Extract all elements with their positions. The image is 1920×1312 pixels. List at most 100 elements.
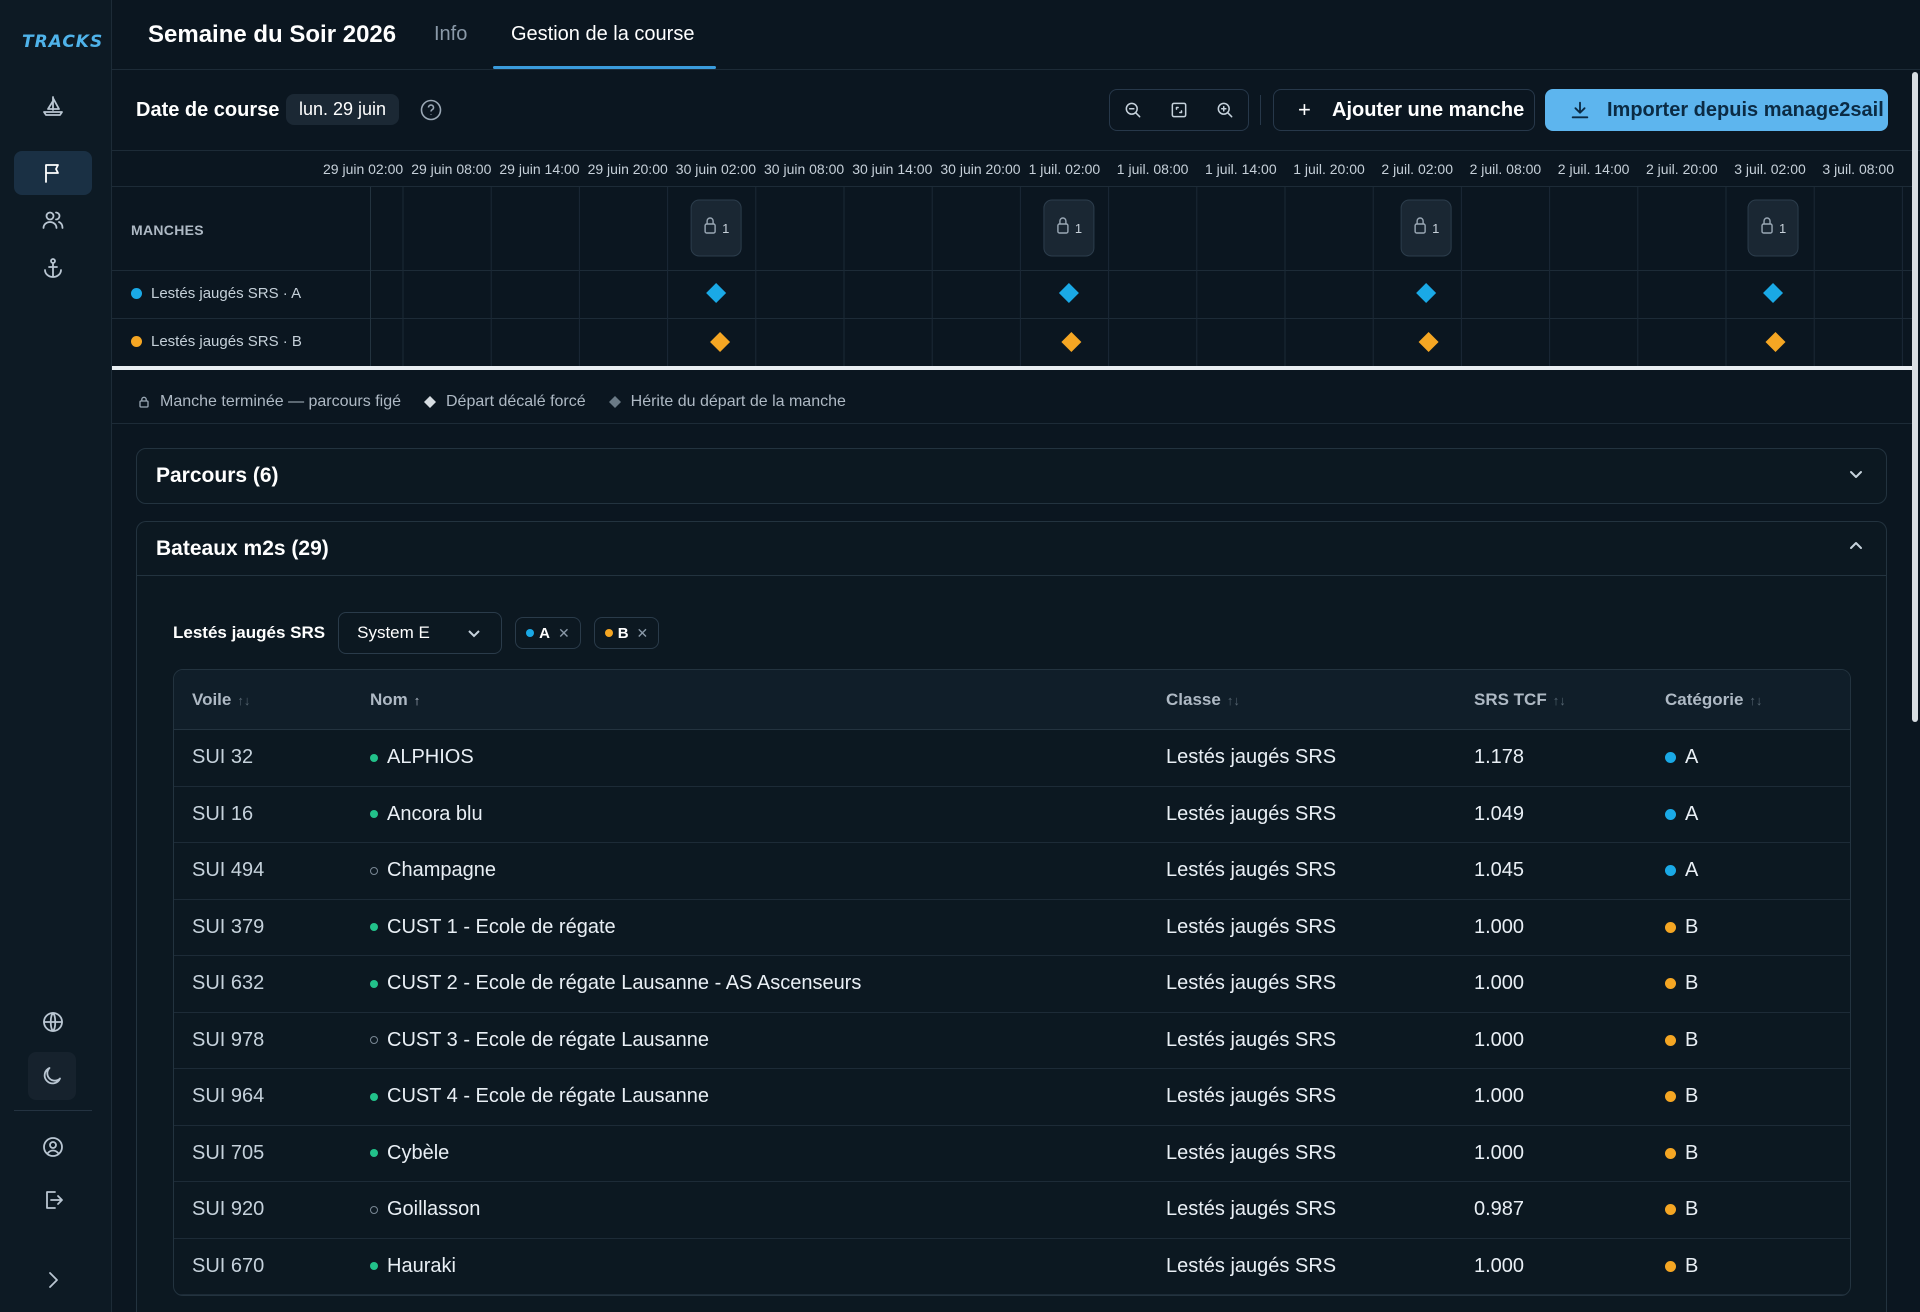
close-icon[interactable]: ✕ (637, 625, 649, 642)
manches-label: MANCHES (131, 222, 204, 238)
sidebar-expand-button[interactable] (14, 1258, 92, 1302)
cell-classe: Lestés jaugés SRS (1166, 1198, 1337, 1220)
parcours-title: Parcours (6) (156, 464, 279, 487)
timeline-tick-label: 3 juil. 08:00 (1822, 161, 1894, 177)
column-header-nom[interactable]: Nom ↑ (370, 690, 420, 710)
column-classe-label: Classe (1166, 690, 1221, 709)
column-header-categorie[interactable]: Catégorie ↑↓ (1665, 690, 1762, 710)
plus-icon: + (1298, 97, 1311, 122)
boat-name: Champagne (387, 859, 496, 881)
import-manage2sail-button[interactable]: Importer depuis manage2sail (1545, 89, 1888, 131)
column-voile-label: Voile (192, 690, 232, 709)
category-pill-b[interactable]: B ✕ (593, 617, 660, 649)
app-logo[interactable]: TRACKS (22, 32, 102, 54)
category-dot (1665, 1204, 1676, 1215)
tab-race-management[interactable]: Gestion de la course (511, 23, 694, 46)
timeline-tick-label: 29 juin 02:00 (323, 161, 403, 177)
column-header-classe[interactable]: Classe ↑↓ (1166, 690, 1240, 710)
toolbar-divider (1260, 95, 1261, 125)
table-row[interactable]: SUI 632 CUST 2 - Ecole de régate Lausanne… (174, 956, 1850, 1013)
tab-info[interactable]: Info (434, 23, 467, 46)
sidebar-item-language[interactable] (14, 1000, 92, 1044)
cell-voile: SUI 32 (192, 746, 254, 768)
boat-name: Ancora blu (387, 802, 483, 825)
category-pill-a[interactable]: A ✕ (515, 617, 581, 649)
parcours-panel: Parcours (6) (136, 448, 1887, 504)
sidebar-item-profile[interactable] (14, 1125, 92, 1169)
table-row[interactable]: SUI 964 CUST 4 - Ecole de régate Lausanne… (174, 1069, 1850, 1126)
add-race-button[interactable]: + Ajouter une manche (1273, 89, 1535, 131)
category-label: B (1685, 1254, 1699, 1277)
system-select[interactable]: System E (338, 612, 503, 654)
column-header-voile[interactable]: Voile ↑↓ (192, 690, 250, 710)
category-label: A (1685, 802, 1699, 825)
zoom-in-button[interactable] (1202, 90, 1248, 130)
category-label: B (1685, 1198, 1699, 1220)
table-row[interactable]: SUI 32 ALPHIOS Lestés jaugés SRS 1.178 A (174, 730, 1850, 787)
category-b-dot (604, 629, 613, 637)
cell-nom: CUST 1 - Ecole de régate (370, 916, 616, 939)
timeline-canvas[interactable]: 29 juin 02:00 29 juin 08:00 29 juin 14:00 2… (112, 152, 1912, 370)
race-date-label: Date de course (136, 99, 280, 121)
sidebar-item-users[interactable] (14, 198, 92, 242)
race-timeline[interactable]: 29 juin 02:00 29 juin 08:00 29 juin 14:00 2… (112, 152, 1912, 370)
cell-srs: 1.178 (1474, 746, 1525, 768)
column-nom-label: Nom (370, 690, 408, 709)
close-icon[interactable]: ✕ (558, 625, 570, 642)
boat-name: Hauraki (387, 1254, 456, 1277)
sort-icon: ↑↓ (1552, 692, 1566, 708)
legend-finished-label: Manche terminée — parcours figé (160, 392, 401, 410)
boat-name: CUST 1 - Ecole de régate (387, 915, 616, 938)
table-row[interactable]: SUI 670 Hauraki Lestés jaugés SRS 1.000 B (174, 1239, 1850, 1295)
timeline-tick-label: 2 juil. 08:00 (1470, 161, 1542, 177)
timeline-tick-label: 29 juin 08:00 (411, 161, 491, 177)
table-row[interactable]: SUI 494 Champagne Lestés jaugés SRS 1.045 A (174, 843, 1850, 900)
boat-filter-row: Lestés jaugés SRS System E A ✕ B ✕ (173, 612, 660, 654)
theme-toggle[interactable] (28, 1052, 76, 1100)
help-icon[interactable] (419, 98, 443, 122)
pill-a-label: A (539, 624, 550, 642)
timeline-row-label-b: Lestés jaugés SRS · B (131, 333, 302, 350)
cell-classe: Lestés jaugés SRS (1166, 746, 1337, 768)
sidebar-item-races[interactable] (14, 151, 92, 195)
legend-item-finished: Manche terminée — parcours figé (137, 393, 401, 411)
cell-categorie: B (1665, 1255, 1698, 1278)
timeline-tick-label: 1 juil. 08:00 (1117, 161, 1189, 177)
table-row[interactable]: SUI 920 Goillasson Lestés jaugés SRS 0.987 B (174, 1182, 1850, 1239)
race-date-chip[interactable]: lun. 29 juin (286, 94, 400, 125)
table-row[interactable]: SUI 705 Cybèle Lestés jaugés SRS 1.000 B (174, 1126, 1850, 1182)
category-dot (1665, 921, 1676, 933)
status-dot (370, 753, 378, 762)
cell-nom: Champagne (370, 859, 496, 882)
page-scrollbar[interactable] (1912, 72, 1918, 722)
page-title: Semaine du Soir 2026 (148, 21, 397, 48)
status-dot (370, 1092, 378, 1101)
sidebar-item-harbor[interactable] (14, 246, 92, 290)
parcours-panel-header[interactable]: Parcours (6) (137, 449, 1886, 503)
cell-nom: CUST 3 - Ecole de régate Lausanne (370, 1029, 709, 1052)
cell-voile: SUI 494 (192, 859, 265, 881)
timeline-tick-label: 29 juin 14:00 (499, 161, 579, 177)
table-row[interactable]: SUI 379 CUST 1 - Ecole de régate Lestés ja… (174, 900, 1850, 956)
bateaux-panel-header[interactable]: Bateaux m2s (29) (137, 522, 1886, 576)
table-row[interactable]: SUI 978 CUST 3 - Ecole de régate Lausanne… (174, 1013, 1850, 1069)
timeline-tick-label: 3 juil. 02:00 (1734, 161, 1806, 177)
column-header-srs[interactable]: SRS TCF ↑↓ (1474, 690, 1566, 710)
sidebar-item-logout[interactable] (14, 1178, 92, 1222)
cell-classe: Lestés jaugés SRS (1166, 1254, 1337, 1277)
category-dot (1665, 752, 1676, 763)
race-badge (1400, 199, 1452, 257)
category-label: A (1685, 859, 1699, 881)
timeline-tick-label: 30 juin 02:00 (676, 161, 756, 177)
zoom-out-button[interactable] (1110, 90, 1156, 130)
category-dot (1665, 1091, 1676, 1102)
cell-voile: SUI 705 (192, 1141, 265, 1164)
table-row[interactable]: SUI 16 Ancora blu Lestés jaugés SRS 1.049 A (174, 787, 1850, 843)
start-marker-a (1763, 283, 1784, 303)
sidebar-item-boats[interactable] (14, 84, 92, 128)
cell-nom: Ancora blu (370, 803, 483, 826)
race-badge-number: 1 (1779, 221, 1786, 236)
zoom-fit-button[interactable] (1156, 90, 1202, 130)
cell-srs: 1.049 (1474, 802, 1525, 825)
table-body: SUI 32 ALPHIOS Lestés jaugés SRS 1.178 A SUI … (174, 730, 1850, 1295)
